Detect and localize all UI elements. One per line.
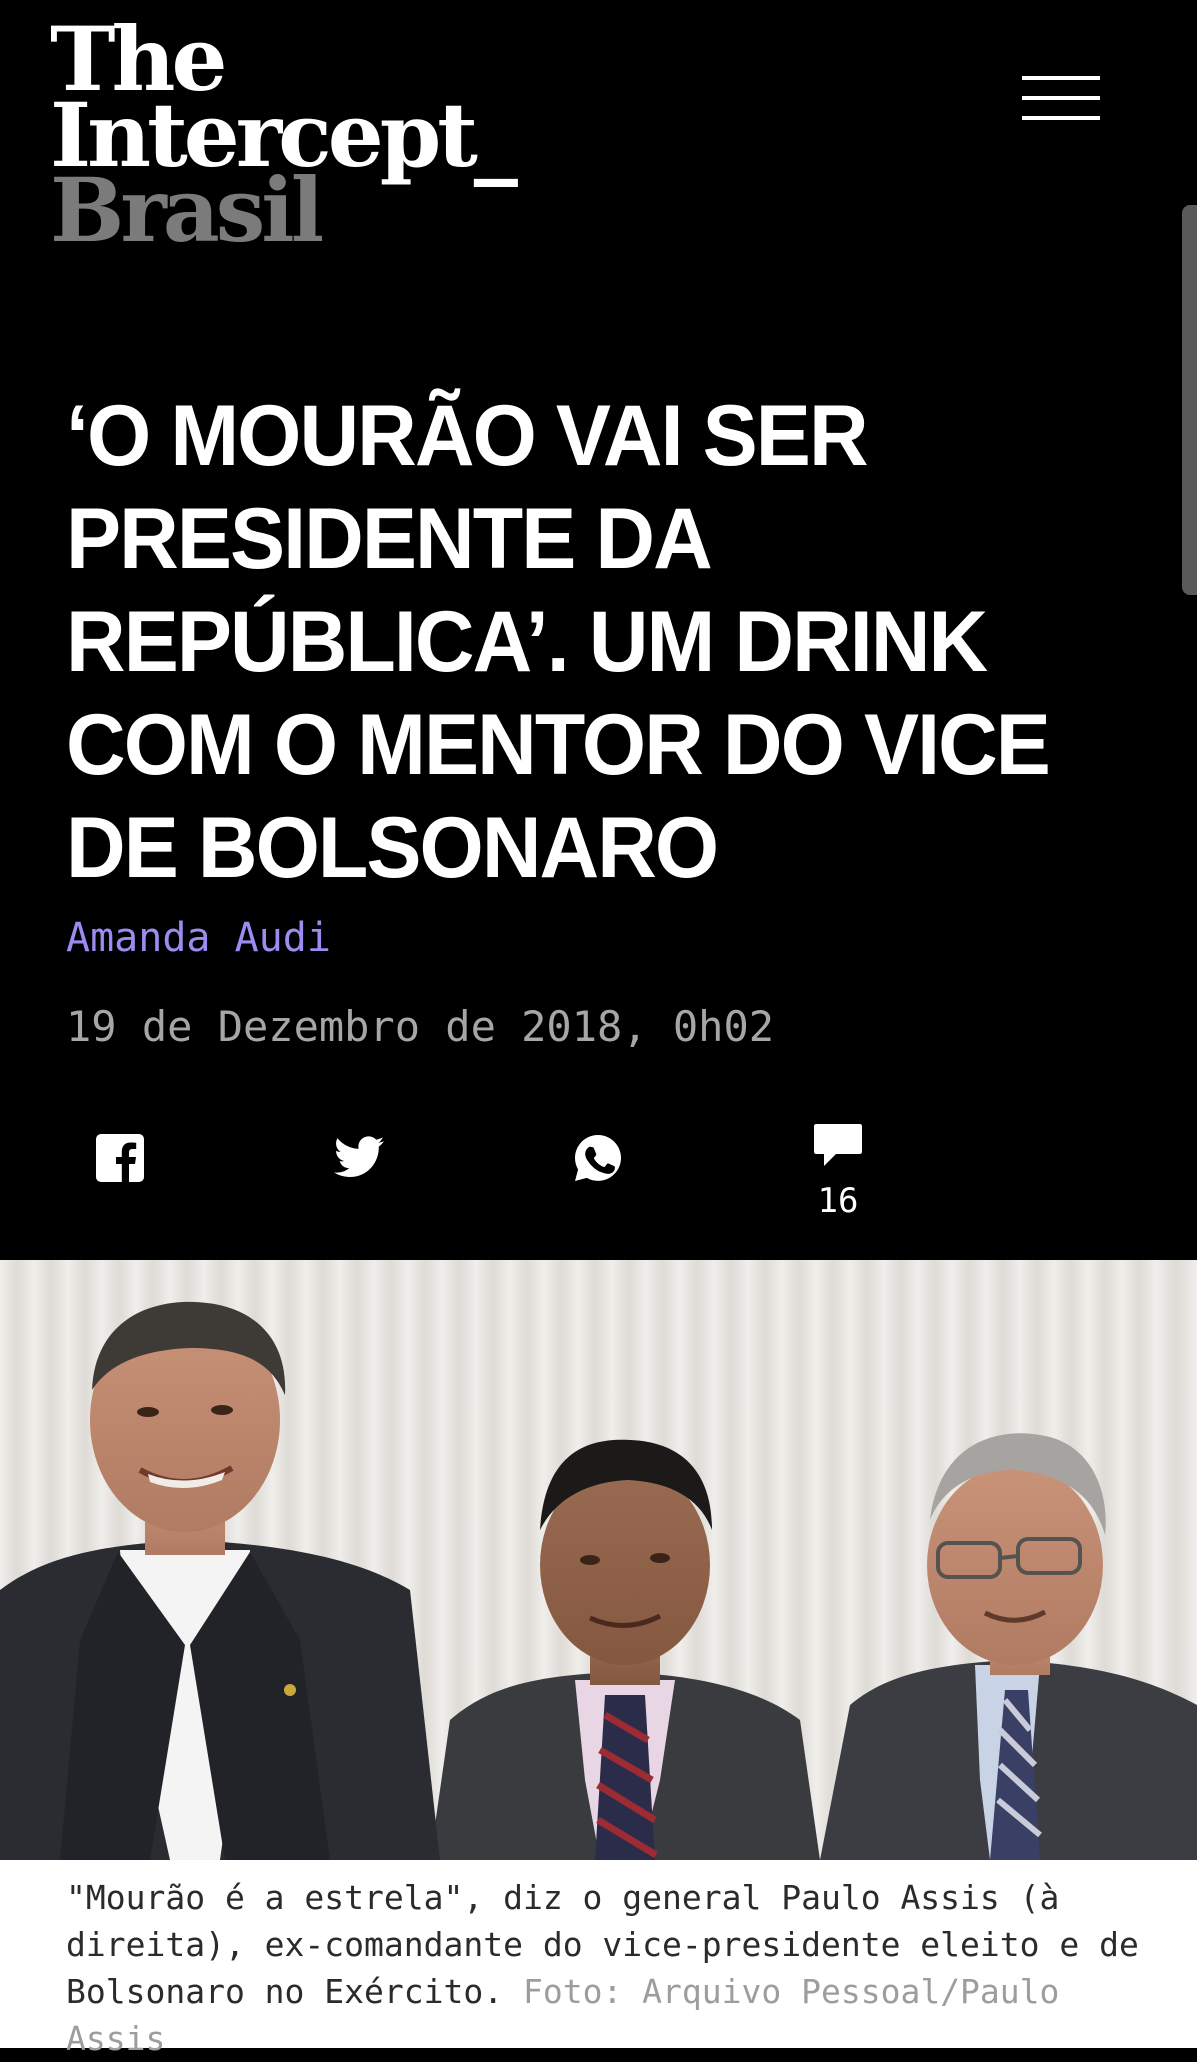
menu-bar-top [1022,76,1100,80]
twitter-icon[interactable] [334,1136,384,1178]
whatsapp-icon[interactable] [572,1132,624,1184]
photo-caption-area: "Mourão é a estrela", diz o general Paul… [0,1860,1197,2058]
article-photo[interactable] [0,1260,1197,1860]
facebook-icon[interactable] [96,1134,144,1182]
site-logo[interactable]: The Intercept_ Brasil [50,15,518,254]
scrollbar-thumb[interactable] [1182,205,1197,595]
article-title: ‘O MOURÃO VAI SER PRESIDENTE DA REPÚBLIC… [66,388,1051,896]
author-link[interactable]: Amanda Audi [66,915,331,961]
comment-icon[interactable] [814,1124,862,1168]
comment-count[interactable]: 16 [808,1181,868,1221]
publish-date: 19 de Dezembro de 2018, 0h02 [66,1002,775,1051]
menu-bar-bottom [1022,116,1100,120]
site-header: The Intercept_ Brasil [0,0,1197,330]
hamburger-menu-icon[interactable] [1022,76,1102,122]
photo-caption: "Mourão é a estrela", diz o general Paul… [66,1874,1166,2062]
menu-bar-middle [1022,96,1100,100]
